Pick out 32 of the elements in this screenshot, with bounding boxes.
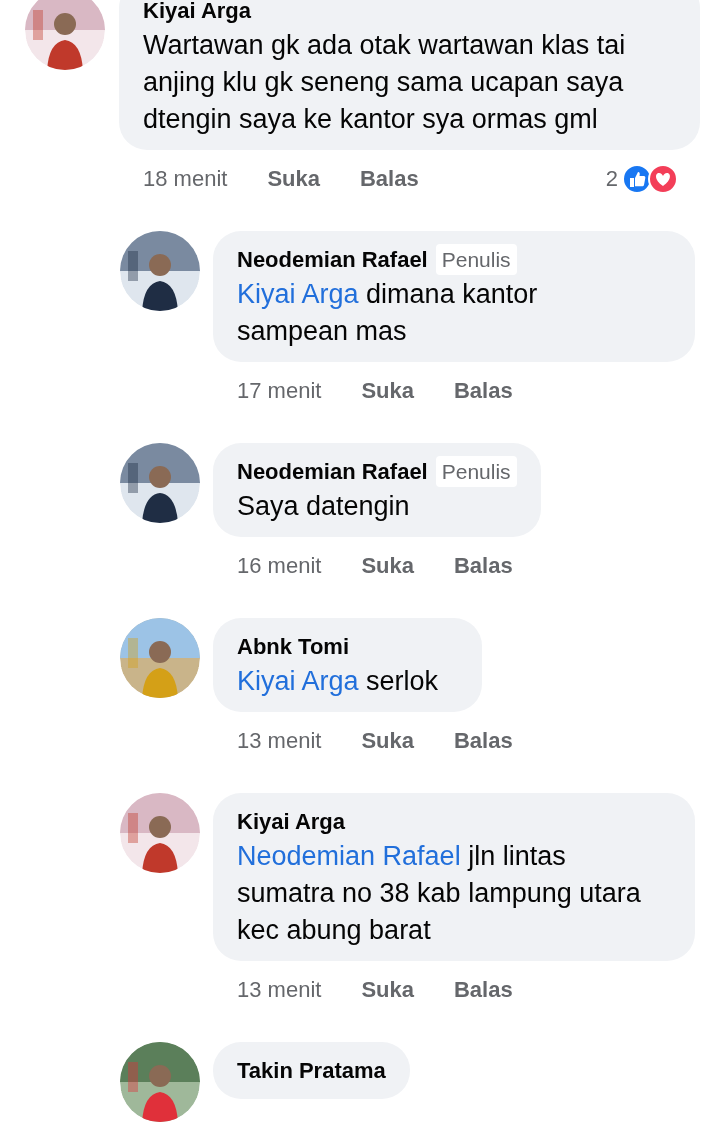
author-label: Penulis bbox=[435, 243, 517, 276]
action-link[interactable]: Balas bbox=[360, 162, 419, 195]
action-link[interactable]: Suka bbox=[361, 973, 414, 1006]
author-name[interactable]: Kiyai Arga bbox=[143, 0, 251, 27]
action-link[interactable]: Balas bbox=[454, 374, 513, 407]
action-link[interactable]: Balas bbox=[454, 973, 513, 1006]
comment-time: 13 menit bbox=[237, 727, 322, 755]
action-link[interactable]: Suka bbox=[361, 724, 414, 757]
author-name[interactable]: Takin Pratama bbox=[237, 1054, 386, 1087]
author-name[interactable]: Neodemian Rafael bbox=[237, 243, 428, 276]
author-label: Penulis bbox=[435, 455, 517, 488]
comment-text: Wartawan gk ada otak wartawan klas tai anjing klu gk seneng sama ucapan saya dtengin saya ke kantor sya ormas gml bbox=[143, 29, 627, 136]
action-link[interactable]: Suka bbox=[267, 162, 320, 195]
mention-link[interactable]: Kiyai Arga bbox=[237, 666, 359, 696]
comment-time: 18 menit bbox=[143, 165, 228, 193]
action-link[interactable]: Balas bbox=[454, 724, 513, 757]
author-name[interactable]: Abnk Tomi bbox=[237, 630, 350, 663]
comment-text: Kiyai Arga serlok bbox=[237, 665, 440, 698]
action-link[interactable]: Balas bbox=[454, 549, 513, 582]
comment-time: 16 menit bbox=[237, 552, 322, 580]
mention-link[interactable]: Kiyai Arga bbox=[237, 279, 359, 309]
comment-text: Neodemian Rafael jln lintas sumatra no 38 kab lampung utara kec abung barat bbox=[237, 840, 642, 947]
comment-time: 17 menit bbox=[237, 377, 322, 405]
comment-text: Kiyai Arga dimana kantor sampean mas bbox=[237, 278, 539, 348]
reaction-count: 2 bbox=[605, 165, 618, 193]
action-link[interactable]: Suka bbox=[361, 549, 414, 582]
author-name[interactable]: Neodemian Rafael bbox=[237, 455, 428, 488]
comment-text: Saya datengin bbox=[237, 490, 411, 523]
action-link[interactable]: Suka bbox=[361, 374, 414, 407]
comment-time: 13 menit bbox=[237, 976, 322, 1004]
mention-link[interactable]: Neodemian Rafael bbox=[237, 841, 461, 871]
author-name[interactable]: Kiyai Arga bbox=[237, 805, 345, 838]
